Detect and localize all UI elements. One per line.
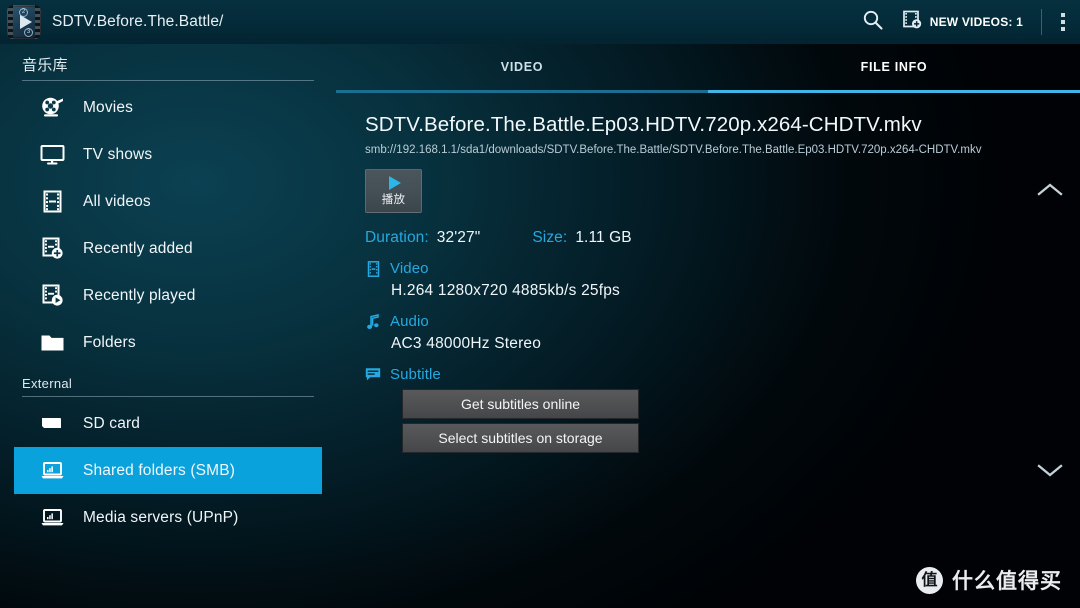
tab-video[interactable]: VIDEO — [336, 44, 708, 93]
sidebar-item-label: Media servers (UPnP) — [83, 508, 239, 526]
sidebar-section-title-external: External — [22, 376, 314, 397]
watermark-logo-icon: 值 — [916, 566, 943, 594]
file-title: SDTV.Before.The.Battle.Ep03.HDTV.720p.x2… — [365, 113, 922, 136]
duration-value: 32'27" — [436, 229, 481, 246]
new-videos-label: NEW VIDEOS: 1 — [929, 15, 1023, 29]
main-pane: VIDEO FILE INFO SDTV.Before.The.Battle.E… — [336, 44, 1080, 608]
sidebar-list-external: SD card Shared folders (SMB) Media serve… — [0, 400, 336, 541]
tab-bar: VIDEO FILE INFO — [336, 44, 1080, 93]
sidebar-item-label: Movies — [83, 98, 133, 116]
app-window: 2 3 SDTV.Before.The.Battle/ NEW VIDEOS: … — [0, 0, 1080, 608]
scroll-up-button[interactable] — [1030, 170, 1070, 210]
tab-file-info[interactable]: FILE INFO — [708, 44, 1080, 93]
track-heading-label: Video — [390, 260, 429, 277]
window-title: SDTV.Before.The.Battle/ — [52, 13, 224, 30]
play-icon — [389, 175, 401, 190]
subtitle-bubble-icon — [365, 367, 381, 383]
film-strip-icon — [39, 189, 65, 215]
sidebar-item-tv-shows[interactable]: TV shows — [14, 131, 322, 178]
film-strip-plus-icon — [39, 236, 65, 262]
sidebar-item-label: Recently played — [83, 286, 196, 304]
top-app-bar: 2 3 SDTV.Before.The.Battle/ NEW VIDEOS: … — [0, 0, 1080, 44]
size-label: Size: — [532, 229, 568, 246]
sidebar-section-title-library: 音乐库 — [22, 54, 314, 81]
search-button[interactable] — [850, 0, 896, 44]
audio-track-block: Audio AC3 48000Hz Stereo — [365, 313, 1080, 353]
video-player-icon[interactable]: 2 3 — [7, 5, 41, 39]
sidebar-item-folders[interactable]: Folders — [14, 319, 322, 366]
play-button[interactable]: 播放 — [365, 169, 422, 213]
track-heading-label: Subtitle — [390, 366, 441, 383]
file-meta-row: Duration: 32'27" Size: 1.11 GB — [365, 229, 1080, 247]
video-track-block: Video H.264 1280x720 4885kb/s 25fps — [365, 260, 1080, 300]
new-video-icon — [902, 9, 923, 35]
sidebar-item-label: TV shows — [83, 145, 153, 163]
film-reel-icon — [39, 95, 65, 121]
film-strip-icon — [365, 260, 381, 277]
track-heading-label: Audio — [390, 313, 429, 330]
app-icon-sprocket-left — [8, 5, 13, 39]
app-icon-sprocket-right — [35, 5, 40, 39]
tab-label: VIDEO — [500, 60, 544, 74]
overflow-menu-icon — [1061, 13, 1065, 31]
sidebar-list-library: Movies TV shows All videos Recently adde… — [0, 84, 336, 366]
sidebar-item-shared-folders-smb[interactable]: Shared folders (SMB) — [14, 447, 322, 494]
app-icon-badge-top: 2 — [19, 8, 28, 17]
folder-icon — [39, 330, 65, 356]
film-strip-play-icon — [39, 283, 65, 309]
laptop-network-icon — [39, 505, 65, 531]
sidebar-item-media-servers-upnp[interactable]: Media servers (UPnP) — [14, 494, 322, 541]
top-bar-actions: NEW VIDEOS: 1 — [850, 0, 1080, 44]
duration-label: Duration: — [365, 229, 429, 246]
size-value: 1.11 GB — [575, 229, 632, 246]
app-icon-play-triangle — [20, 15, 32, 29]
sidebar-item-recently-played[interactable]: Recently played — [14, 272, 322, 319]
laptop-network-icon — [39, 458, 65, 484]
audio-track-heading: Audio — [365, 313, 1080, 330]
watermark-text: 什么值得买 — [952, 569, 1062, 593]
subtitle-actions: Get subtitles online Select subtitles on… — [402, 389, 1080, 453]
sidebar-item-label: All videos — [83, 192, 151, 210]
audio-track-detail: AC3 48000Hz Stereo — [391, 335, 542, 352]
subtitle-track-block: Subtitle Get subtitles online Select sub… — [365, 366, 1080, 453]
tv-icon — [39, 142, 65, 168]
music-note-icon — [365, 313, 381, 330]
sidebar-item-label: SD card — [83, 414, 141, 432]
sidebar-item-all-videos[interactable]: All videos — [14, 178, 322, 225]
overflow-menu-button[interactable] — [1046, 0, 1080, 44]
sd-card-icon — [39, 411, 65, 437]
select-subtitles-on-storage-button[interactable]: Select subtitles on storage — [402, 423, 639, 453]
sidebar-item-label: Recently added — [83, 239, 193, 257]
get-subtitles-online-button[interactable]: Get subtitles online — [402, 389, 639, 419]
sidebar-item-label: Shared folders (SMB) — [83, 461, 236, 479]
file-path: smb://192.168.1.1/sda1/downloads/SDTV.Be… — [365, 144, 982, 156]
tab-label: FILE INFO — [860, 60, 928, 74]
chevron-down-icon — [1037, 462, 1063, 478]
watermark: 值 什么值得买 — [916, 565, 1062, 595]
app-icon-badge-bottom: 3 — [24, 28, 33, 37]
play-button-label: 播放 — [381, 193, 406, 206]
scroll-down-button[interactable] — [1030, 450, 1070, 490]
file-info-panel: SDTV.Before.The.Battle.Ep03.HDTV.720p.x2… — [336, 93, 1080, 453]
sidebar-item-label: Folders — [83, 333, 136, 351]
sidebar-item-sd-card[interactable]: SD card — [14, 400, 322, 447]
video-track-detail: H.264 1280x720 4885kb/s 25fps — [391, 282, 620, 299]
video-track-heading: Video — [365, 260, 1080, 277]
chevron-up-icon — [1037, 182, 1063, 198]
subtitle-track-heading: Subtitle — [365, 366, 1080, 383]
sidebar-item-movies[interactable]: Movies — [14, 84, 322, 131]
sidebar: 音乐库 Movies TV shows All videos Recently … — [0, 44, 336, 608]
top-bar-divider — [1041, 9, 1042, 35]
sidebar-item-recently-added[interactable]: Recently added — [14, 225, 322, 272]
search-icon — [862, 9, 884, 36]
new-videos-button[interactable]: NEW VIDEOS: 1 — [896, 0, 1031, 44]
